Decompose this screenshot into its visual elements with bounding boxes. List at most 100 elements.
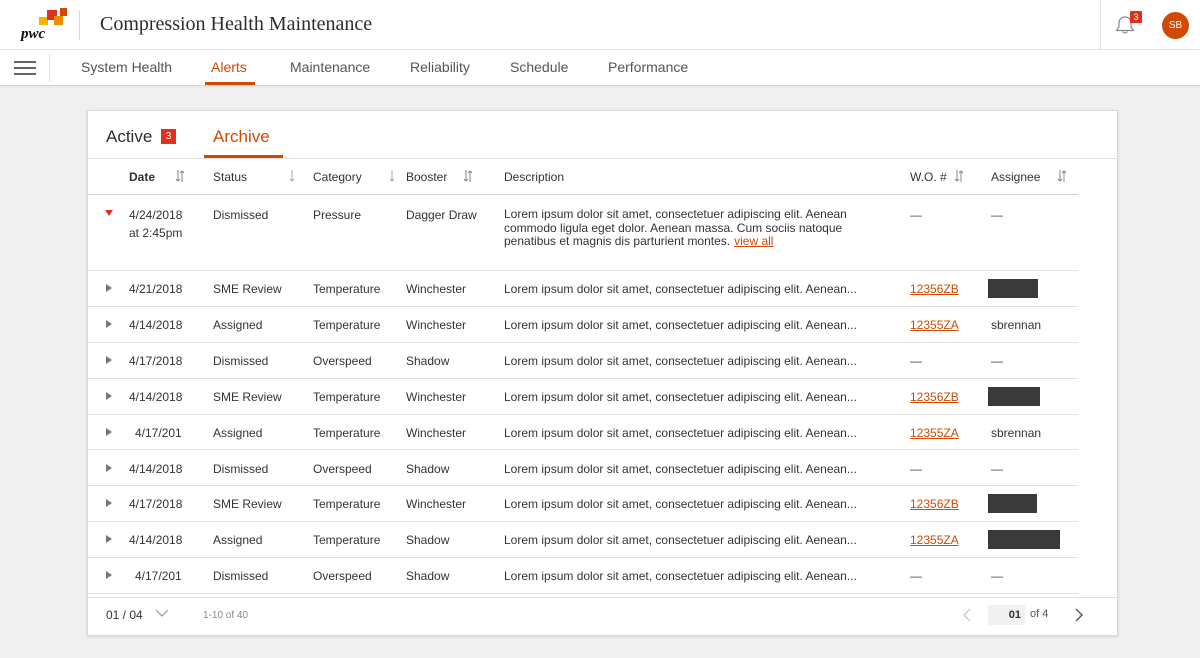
cell-status: SME Review (213, 497, 282, 512)
cell-booster: Winchester (406, 317, 467, 332)
table-row[interactable]: 4/17/201 Assigned Temperature Winchester Lor… (88, 415, 1078, 451)
work-order-link[interactable]: 12355ZA (910, 426, 959, 440)
sort-icon-date[interactable] (175, 169, 185, 183)
next-page-chevron-right-icon[interactable] (1074, 608, 1084, 622)
cell-booster: Shadow (406, 533, 450, 548)
notifications-button[interactable]: 3 (1100, 0, 1150, 50)
sort-icon-booster[interactable] (463, 169, 473, 183)
cell-status: Dismissed (213, 569, 269, 584)
page-select-chevron-down-icon[interactable] (155, 608, 169, 618)
expand-caret-icon[interactable] (105, 391, 113, 400)
nav-schedule[interactable]: Schedule (510, 59, 568, 75)
redacted-assignee (988, 530, 1060, 550)
tab-archive[interactable]: Archive (213, 127, 270, 147)
cell-booster: Shadow (406, 569, 450, 584)
work-order-link[interactable]: 12355ZA (910, 533, 959, 547)
tab-active[interactable]: Active (106, 127, 152, 147)
current-page-input[interactable]: 01 (988, 605, 1025, 625)
pwc-logo[interactable]: pwc (18, 6, 70, 44)
cell-booster: Winchester (406, 389, 467, 404)
table-row[interactable]: 4/21/2018 SME Review Temperature Winchester… (88, 271, 1078, 307)
cell-category: Temperature (313, 533, 381, 548)
active-count-badge: 3 (161, 129, 176, 144)
table-row[interactable]: 4/14/2018 Dismissed Overspeed Shadow Lorem i… (88, 451, 1078, 487)
prev-page-chevron-left-icon[interactable] (962, 608, 972, 622)
cell-booster: Shadow (406, 353, 450, 368)
column-header-status[interactable]: Status (213, 170, 247, 184)
cell-category: Temperature (313, 389, 381, 404)
view-all-link[interactable]: view all (734, 234, 773, 248)
user-avatar[interactable]: SB (1162, 12, 1189, 39)
column-header-date[interactable]: Date (129, 170, 155, 184)
description-text: Lorem ipsum dolor sit amet, consectetuer… (504, 207, 847, 248)
expand-caret-icon[interactable] (105, 284, 113, 292)
cell-time: at 2:45pm (129, 226, 183, 240)
work-order-link[interactable]: 12356ZB (910, 390, 959, 404)
cell-date: 4/14/2018 (129, 461, 183, 476)
table-row[interactable]: 4/17/201 Dismissed Overspeed Shadow Lorem ip… (88, 558, 1078, 595)
redacted-assignee (988, 386, 1040, 406)
cell-wo: — (910, 353, 922, 368)
cell-category: Temperature (313, 317, 381, 332)
nav-maintenance[interactable]: Maintenance (290, 59, 370, 75)
sort-icon-assignee[interactable] (1057, 169, 1067, 183)
table-header: Date Status Category Booster Description… (88, 159, 1078, 195)
table-row[interactable]: 4/14/2018 SME Review Temperature Winchester… (88, 379, 1078, 415)
table-row[interactable]: 4/14/2018 Assigned Temperature Shadow Lorem … (88, 522, 1078, 559)
collapse-icon[interactable] (105, 209, 113, 217)
expand-caret-icon[interactable] (105, 427, 113, 436)
sort-icon-category[interactable] (387, 169, 397, 183)
work-order-link[interactable]: 12355ZA (910, 318, 959, 332)
table-row[interactable]: 4/14/2018 Assigned Temperature Winchester Lo… (88, 307, 1078, 343)
logo-wordmark: pwc (21, 26, 46, 42)
cell-booster: Dagger Draw (406, 208, 477, 222)
results-range: 1-10 of 40 (203, 610, 249, 621)
nav-performance[interactable]: Performance (608, 59, 688, 75)
table-row[interactable]: 4/17/2018 Dismissed Overspeed Shadow Lorem i… (88, 343, 1078, 379)
cell-description: Lorem ipsum dolor sit amet, consectetuer… (504, 353, 857, 368)
cell-booster: Shadow (406, 461, 450, 476)
expand-caret-icon[interactable] (105, 463, 113, 472)
table-row[interactable]: 4/17/2018 SME Review Temperature Winchester… (88, 486, 1078, 523)
cell-assignee: — (991, 353, 1003, 368)
nav-reliability[interactable]: Reliability (410, 59, 470, 75)
cell-category: Overspeed (313, 353, 372, 368)
expand-caret-icon[interactable] (105, 571, 113, 580)
work-order-link[interactable]: 12356ZB (910, 497, 959, 511)
table-row-expanded[interactable]: 4/24/2018 at 2:45pm Dismissed Pressure D… (88, 196, 1078, 271)
table-footer: 01 / 04 1-10 of 40 01 of 4 (88, 597, 1117, 636)
expand-caret-icon[interactable] (105, 319, 113, 328)
cell-assignee: sbrennan (991, 317, 1042, 332)
cell-assignee: — (991, 208, 1003, 222)
sort-icon-wo[interactable] (954, 169, 964, 183)
cell-category: Temperature (313, 425, 381, 440)
alerts-tabs: Active 3 Archive (88, 111, 1117, 159)
cell-description: Lorem ipsum dolor sit amet, consectetuer… (504, 569, 857, 584)
cell-description: Lorem ipsum dolor sit amet, consectetuer… (504, 425, 857, 440)
hamburger-menu-icon[interactable] (14, 61, 36, 75)
sort-icon-status[interactable] (287, 169, 297, 183)
cell-category: Pressure (313, 208, 362, 222)
nav-system-health[interactable]: System Health (81, 59, 172, 75)
column-header-assignee[interactable]: Assignee (991, 170, 1040, 184)
work-order-link[interactable]: 12356ZB (910, 282, 959, 296)
total-pages-label: of 4 (1030, 608, 1049, 620)
nav-alerts[interactable]: Alerts (211, 59, 247, 75)
column-header-category[interactable]: Category (313, 170, 362, 184)
expand-caret-icon[interactable] (105, 355, 113, 364)
cell-status: SME Review (213, 389, 282, 404)
cell-assignee: sbrennan (991, 425, 1042, 440)
cell-status: Dismissed (213, 208, 269, 222)
cell-date: 4/24/2018 (129, 208, 183, 222)
expand-caret-icon[interactable] (105, 499, 113, 508)
column-header-booster[interactable]: Booster (406, 170, 447, 184)
cell-status: Assigned (213, 533, 263, 548)
cell-booster: Winchester (406, 425, 467, 440)
column-header-wo[interactable]: W.O. # (910, 170, 947, 184)
cell-status: Assigned (213, 317, 263, 332)
redacted-assignee (988, 279, 1038, 298)
main-nav: System Health Alerts Maintenance Reliabi… (0, 50, 1200, 86)
cell-description: Lorem ipsum dolor sit amet, consectetuer… (504, 282, 857, 296)
expand-caret-icon[interactable] (105, 535, 113, 544)
top-header: pwc Compression Health Maintenance 3 SB (0, 0, 1200, 50)
